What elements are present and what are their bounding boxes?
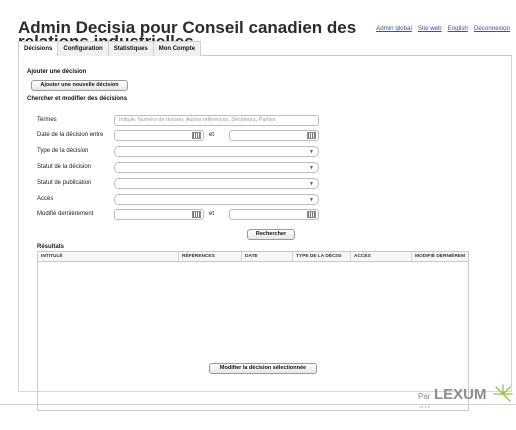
last-modified-to-input[interactable] [229, 209, 319, 220]
publication-status-label: Statut de publication [37, 180, 92, 186]
top-links: Admin global Site web English Déconnexio… [376, 25, 510, 32]
decisions-panel: Ajouter une décision Ajouter une nouvell… [18, 56, 512, 411]
column-references[interactable]: RÉFÉRENCES [179, 252, 242, 261]
add-decision-heading: Ajouter une décision [27, 69, 87, 75]
tab-my-account[interactable]: Mon Compte [152, 41, 202, 56]
main-tabs: Décisions Configuration Statistiques Mon… [18, 41, 512, 56]
lexum-brand: LEXUM [434, 386, 487, 403]
lexum-mark-icon [493, 384, 513, 402]
decision-date-to-input[interactable] [229, 130, 319, 141]
last-modified-from-input[interactable] [114, 209, 204, 220]
column-decision-type[interactable]: TYPE DE LA DÉCISI [293, 252, 351, 261]
add-decision-button[interactable]: Ajouter une nouvelle décision [31, 80, 128, 91]
column-last-modified[interactable]: MODIFIÉ DERNIÈREM [412, 252, 468, 261]
last-modified-label: Modifié dernièrement [37, 211, 94, 217]
access-label: Accès [37, 196, 54, 202]
language-link[interactable]: English [448, 25, 468, 32]
chevron-down-icon: ▼ [309, 149, 314, 155]
footer-divider [0, 404, 516, 405]
decision-status-select[interactable]: ▼ [114, 162, 319, 173]
chevron-down-icon: ▼ [309, 165, 314, 171]
results-table[interactable]: INTITULÉ RÉFÉRENCES DATE TYPE DE LA DÉCI… [37, 251, 469, 411]
tab-statistics[interactable]: Statistiques [107, 41, 154, 56]
search-heading: Chercher et modifier des décisions [27, 96, 128, 102]
publication-status-select[interactable]: ▼ [114, 178, 319, 189]
results-table-header: INTITULÉ RÉFÉRENCES DATE TYPE DE LA DÉCI… [38, 252, 468, 262]
chevron-down-icon: ▼ [309, 181, 314, 187]
modify-selected-decision-button[interactable]: Modifier la décision sélectionnée [209, 363, 317, 374]
admin-global-link[interactable]: Admin global [376, 25, 412, 32]
terms-label: Termes [37, 117, 57, 123]
calendar-icon[interactable] [307, 132, 316, 139]
decision-date-label: Date de la décision entre [37, 132, 104, 138]
and-label: et [209, 211, 215, 217]
decision-type-select[interactable]: ▼ [114, 146, 319, 157]
terms-input[interactable]: Intitulé, Numéro de dossier, Autres réfé… [114, 115, 319, 126]
calendar-icon[interactable] [307, 211, 316, 218]
logout-link[interactable]: Déconnexion [474, 25, 510, 32]
calendar-icon[interactable] [192, 211, 201, 218]
column-title[interactable]: INTITULÉ [38, 252, 179, 261]
decision-status-label: Statut de la décision [37, 164, 92, 170]
calendar-icon[interactable] [192, 132, 201, 139]
and-label: et [209, 132, 215, 138]
page-title: Admin Decisia pour Conseil canadien des … [18, 21, 357, 41]
tab-decisions[interactable]: Décisions [18, 41, 59, 56]
chevron-down-icon: ▼ [309, 197, 314, 203]
search-button[interactable]: Rechercher [247, 229, 295, 240]
par-label: Par [418, 392, 431, 401]
decision-type-label: Type de la décision [37, 148, 89, 154]
tab-configuration[interactable]: Configuration [57, 41, 109, 56]
results-heading: Résultats [37, 244, 65, 250]
column-access[interactable]: ACCÈS [351, 252, 412, 261]
access-select[interactable]: ▼ [114, 194, 319, 205]
decision-date-from-input[interactable] [114, 130, 204, 141]
website-link[interactable]: Site web [418, 25, 442, 32]
column-date[interactable]: DATE [242, 252, 293, 261]
